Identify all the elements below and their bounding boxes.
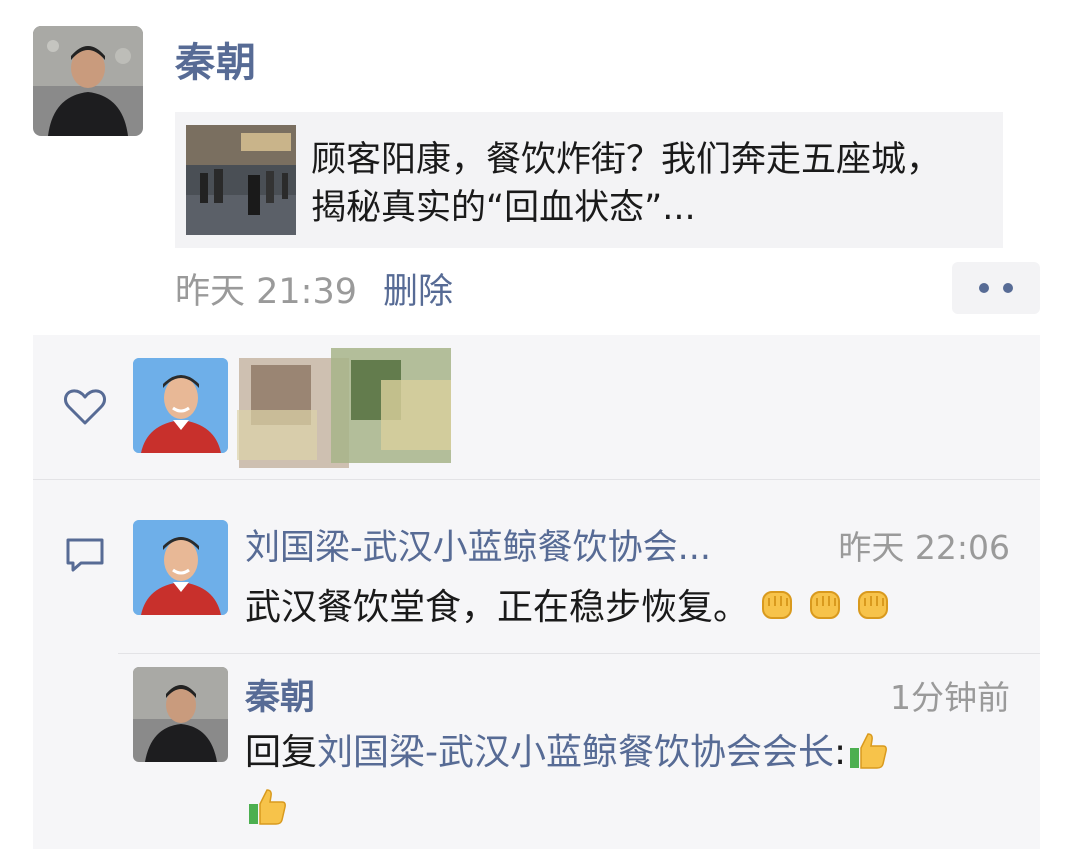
comment-timestamp: 昨天 22:06 bbox=[838, 528, 1010, 567]
reply-to-link[interactable]: 刘国梁-武汉小蓝鲸餐饮协会会长 bbox=[317, 732, 834, 773]
more-dot-icon bbox=[979, 283, 989, 293]
comment-body: 武汉餐饮堂食，正在稳步恢复。 bbox=[245, 587, 750, 628]
commenter-avatar[interactable] bbox=[133, 520, 228, 615]
shared-link-card[interactable]: 顾客阳康，餐饮炸街？我们奔走五座城，揭秘真实的“回血状态”... bbox=[175, 112, 1003, 248]
post-author-avatar[interactable] bbox=[33, 26, 143, 136]
reply-suffix: : bbox=[834, 732, 847, 773]
post-author-name[interactable]: 秦朝 bbox=[175, 30, 257, 88]
commenter-avatar[interactable] bbox=[133, 667, 228, 762]
link-title: 顾客阳康，餐饮炸街？我们奔走五座城，揭秘真实的“回血状态”... bbox=[311, 140, 942, 228]
thumbs-up-emoji-icon bbox=[245, 784, 289, 828]
more-options-button[interactable] bbox=[952, 262, 1040, 314]
comment-text: 武汉餐饮堂食，正在稳步恢复。 bbox=[245, 578, 893, 630]
blurred-avatar bbox=[237, 348, 451, 468]
thumbs-up-emoji-icon bbox=[846, 728, 890, 772]
divider bbox=[118, 653, 1040, 654]
comment-text: 回复刘国梁-武汉小蓝鲸餐饮协会会长: bbox=[245, 725, 1025, 837]
fist-emoji-icon bbox=[853, 584, 893, 624]
divider bbox=[33, 479, 1040, 480]
comment-author[interactable]: 刘国梁-武汉小蓝鲸餐饮协会... bbox=[245, 519, 711, 570]
more-dot-icon bbox=[1003, 283, 1013, 293]
liker-avatar[interactable] bbox=[133, 358, 228, 453]
fist-emoji-icon bbox=[757, 584, 797, 624]
comment-timestamp: 1分钟前 bbox=[890, 678, 1010, 717]
link-thumbnail bbox=[186, 125, 296, 235]
post-meta-row: 昨天 21:39 删除 bbox=[175, 263, 453, 313]
fist-emoji-icon bbox=[805, 584, 845, 624]
likes-comments-panel: 刘国梁-武汉小蓝鲸餐饮协会... 昨天 22:06 武汉餐饮堂食，正在稳步恢复。… bbox=[33, 335, 1040, 849]
post-timestamp: 昨天 21:39 bbox=[175, 271, 357, 312]
comment-icon bbox=[66, 538, 104, 572]
comment-author[interactable]: 秦朝 bbox=[245, 669, 315, 720]
reply-prefix: 回复 bbox=[245, 732, 318, 773]
delete-button[interactable]: 删除 bbox=[383, 263, 453, 314]
heart-icon bbox=[64, 389, 106, 425]
